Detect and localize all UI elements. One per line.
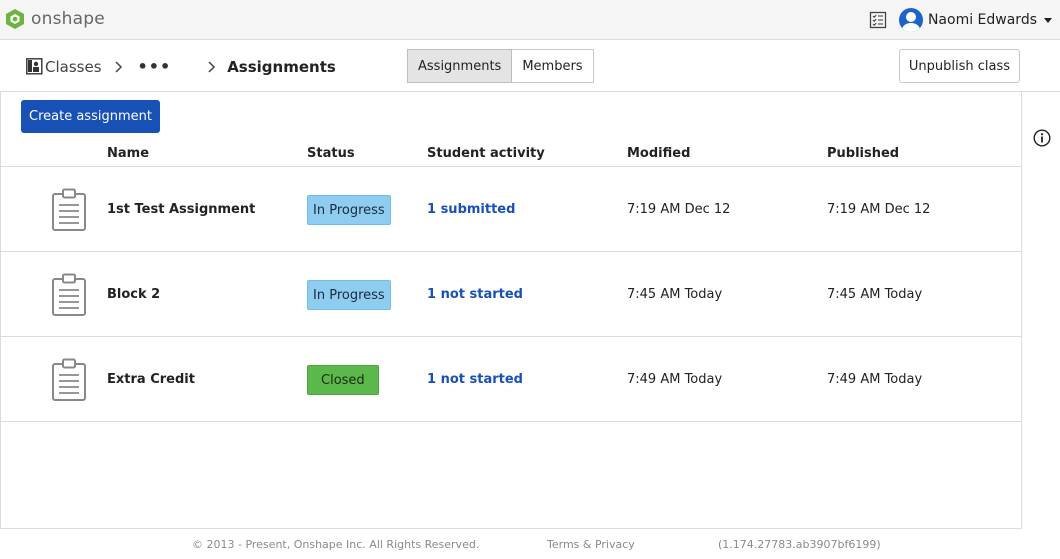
user-name[interactable]: Naomi Edwards — [928, 12, 1037, 28]
status-badge: Closed — [307, 365, 379, 395]
student-activity-link[interactable]: 1 not started — [427, 372, 523, 387]
column-header-modified[interactable]: Modified — [627, 146, 690, 161]
assignment-name[interactable]: Extra Credit — [107, 372, 195, 387]
sub-navigation-bar: Classes ••• Assignments Assignments Memb… — [0, 41, 1060, 92]
assignment-name[interactable]: 1st Test Assignment — [107, 202, 255, 217]
column-header-student-activity[interactable]: Student activity — [427, 146, 545, 161]
table-row[interactable]: Extra Credit Closed 1 not started 7:49 A… — [0, 337, 1021, 422]
student-activity-link[interactable]: 1 not started — [427, 287, 523, 302]
chevron-right-icon — [114, 60, 122, 73]
column-header-published[interactable]: Published — [827, 146, 899, 161]
view-tabs: Assignments Members — [407, 49, 594, 83]
column-header-name[interactable]: Name — [107, 146, 149, 161]
status-badge: In Progress — [307, 280, 391, 310]
unpublish-class-button[interactable]: Unpublish class — [899, 49, 1020, 83]
column-header-status[interactable]: Status — [307, 146, 355, 161]
breadcrumb: Classes ••• Assignments — [26, 57, 336, 76]
assignment-name[interactable]: Block 2 — [107, 287, 160, 302]
clipboard-icon — [52, 273, 86, 316]
clipboard-icon — [52, 358, 86, 401]
modified-date: 7:45 AM Today — [627, 287, 723, 302]
status-badge: In Progress — [307, 195, 391, 225]
tab-assignments[interactable]: Assignments — [407, 49, 513, 83]
table-row[interactable]: 1st Test Assignment In Progress 1 submit… — [0, 167, 1021, 252]
chevron-down-icon[interactable] — [1044, 17, 1052, 23]
user-avatar-icon[interactable] — [898, 8, 923, 32]
breadcrumb-more-button[interactable]: ••• — [138, 57, 172, 76]
top-bar: onshape Naomi Edwards — [0, 0, 1060, 40]
published-date: 7:19 AM Dec 12 — [827, 202, 931, 217]
version-text: (1.174.27783.ab3907bf6199) — [718, 538, 881, 551]
chevron-right-icon — [208, 60, 216, 73]
modified-date: 7:49 AM Today — [627, 372, 723, 387]
info-icon[interactable] — [1033, 129, 1051, 147]
user-area: Naomi Edwards — [869, 8, 1052, 32]
modified-date: 7:19 AM Dec 12 — [627, 202, 731, 217]
logo-text: onshape — [31, 9, 105, 29]
clipboard-icon — [52, 188, 86, 231]
published-date: 7:49 AM Today — [827, 372, 923, 387]
copyright-text: © 2013 - Present, Onshape Inc. All Right… — [192, 538, 480, 551]
table-row[interactable]: Block 2 In Progress 1 not started 7:45 A… — [0, 252, 1021, 337]
checklist-icon[interactable] — [869, 11, 887, 29]
create-assignment-button[interactable]: Create assignment — [21, 100, 160, 133]
classes-icon[interactable] — [26, 58, 44, 75]
onshape-logo-icon — [6, 9, 24, 29]
tab-members[interactable]: Members — [512, 49, 594, 83]
footer: © 2013 - Present, Onshape Inc. All Right… — [0, 530, 1060, 559]
breadcrumb-classes-link[interactable]: Classes — [45, 58, 102, 76]
terms-privacy-link[interactable]: Terms & Privacy — [547, 538, 635, 551]
table-header: Name Status Student activity Modified Pu… — [0, 146, 1021, 167]
onshape-logo[interactable]: onshape — [5, 8, 105, 30]
student-activity-link[interactable]: 1 submitted — [427, 202, 515, 217]
published-date: 7:45 AM Today — [827, 287, 923, 302]
breadcrumb-current: Assignments — [227, 57, 336, 76]
